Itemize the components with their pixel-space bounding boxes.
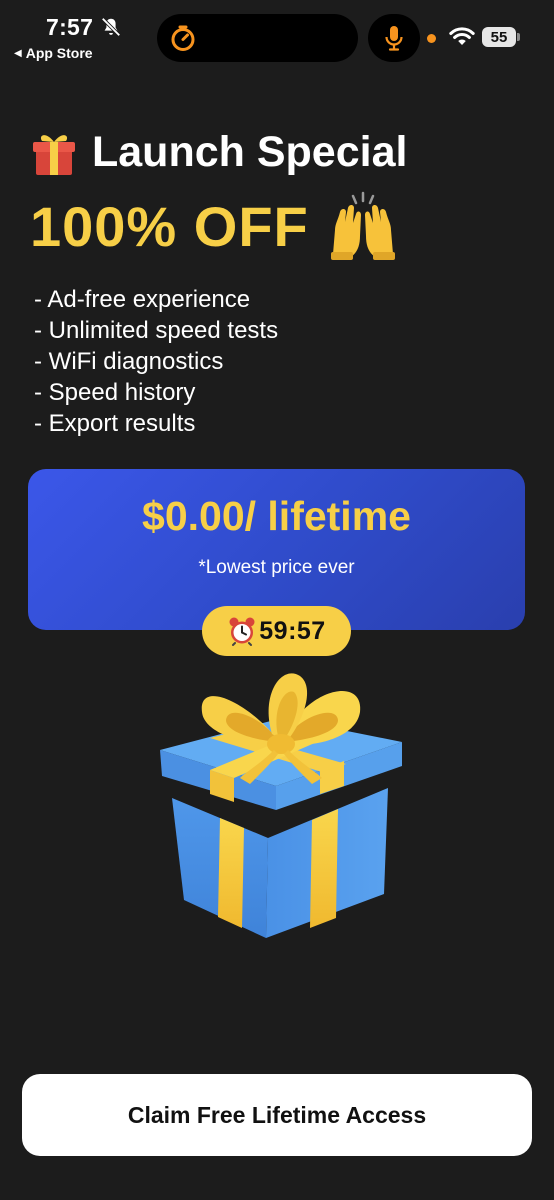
claim-free-lifetime-access-button[interactable]: Claim Free Lifetime Access (22, 1074, 532, 1156)
headline: Launch Special (30, 128, 407, 177)
back-to-app-store[interactable]: ◀ App Store (14, 45, 93, 61)
discount-row: 100% OFF (30, 190, 399, 262)
microphone-indicator[interactable] (368, 14, 420, 62)
feature-item: - Speed history (34, 379, 196, 406)
battery-level: 55 (490, 28, 508, 46)
dynamic-island[interactable] (157, 14, 358, 62)
gift-box-illustration (160, 673, 402, 938)
countdown-timer: 59:57 (259, 616, 326, 645)
price-note: *Lowest price ever (198, 557, 355, 578)
microphone-icon (385, 26, 403, 51)
timer-icon (171, 25, 195, 51)
bell-slash-icon (101, 17, 121, 37)
feature-item: - Export results (34, 410, 196, 437)
back-app-label: App Store (25, 45, 93, 61)
feature-item: - Unlimited speed tests (34, 317, 279, 344)
headline-title: Launch Special (92, 128, 408, 176)
alarm-clock-emoji-icon (229, 617, 255, 646)
status-time: 7:57 (46, 14, 94, 40)
raised-hands-emoji-icon (330, 191, 395, 260)
wifi-icon (449, 27, 475, 45)
discount-text: 100% OFF (30, 194, 309, 258)
feature-list: - Ad-free experience - Unlimited speed t… (34, 284, 278, 439)
feature-item: - Ad-free experience (34, 286, 251, 313)
battery-tip (517, 33, 520, 41)
price-text: $0.00/ lifetime (142, 493, 411, 539)
gift-emoji-icon (33, 134, 75, 175)
status-bar: 7:57 ◀ App Store 55 (0, 0, 554, 70)
feature-item: - WiFi diagnostics (34, 348, 224, 375)
privacy-indicator-dot (427, 34, 436, 43)
battery-icon: 55 (482, 27, 516, 47)
countdown-badge: 59:57 (202, 606, 351, 656)
back-arrow-icon: ◀ (14, 47, 22, 59)
